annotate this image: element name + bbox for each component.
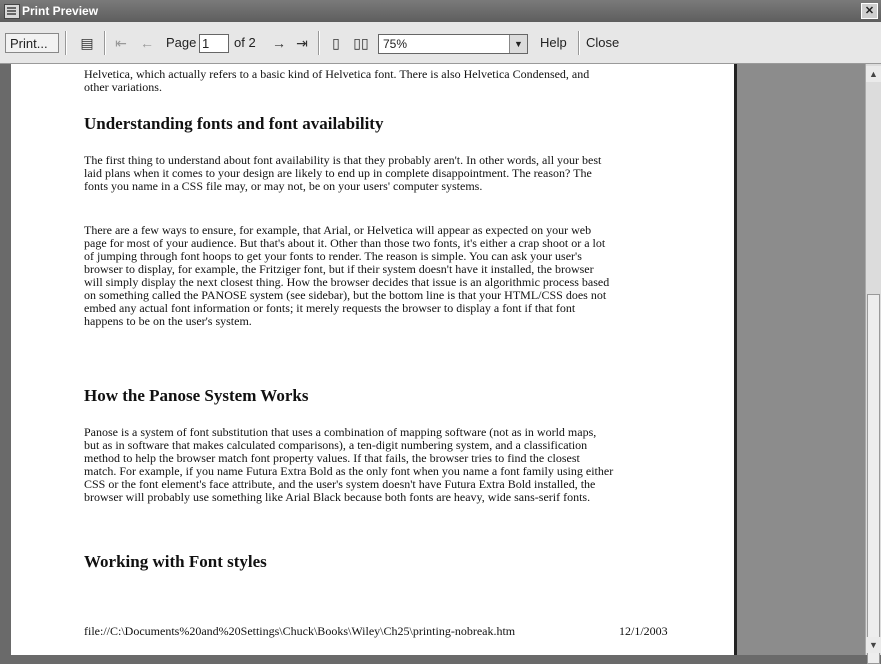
print-preview-icon: [4, 4, 20, 19]
preview-page: Helvetica, which actually refers to a ba…: [11, 64, 737, 655]
toolbar-separator: [318, 31, 320, 55]
vertical-scrollbar[interactable]: ▲ ▼: [865, 64, 881, 664]
paragraph-panose: Panose is a system of font substitution …: [84, 425, 614, 504]
previous-page-icon[interactable]: ←: [138, 34, 156, 52]
page-label: Page: [166, 35, 197, 50]
paragraph-ensure-fonts: There are a few ways to ensure, for exam…: [84, 223, 610, 328]
zoom-select[interactable]: 75% ▼: [378, 34, 528, 54]
next-page-icon[interactable]: →: [270, 34, 288, 52]
footer-file-path: file://C:\Documents%20and%20Settings\Chu…: [84, 624, 516, 638]
zoom-value: 75%: [383, 37, 408, 51]
first-page-icon[interactable]: ⇤: [112, 34, 130, 52]
preview-margin: [0, 64, 11, 655]
heading-panose-system: How the Panose System Works: [84, 386, 309, 405]
scroll-up-icon[interactable]: ▲: [866, 66, 881, 82]
preview-background: [737, 64, 865, 655]
page-number-input[interactable]: 1: [199, 34, 229, 53]
chevron-down-icon[interactable]: ▼: [509, 35, 527, 53]
toolbar: Print... ▤ ⇤ ← Page 1 of 2 → ⇥ ▯ ▯▯ 75% …: [0, 22, 881, 64]
toolbar-separator: [65, 31, 67, 55]
single-page-view-icon[interactable]: ▯: [327, 34, 345, 52]
window-close-button[interactable]: ✕: [861, 3, 878, 19]
title-bar: Print Preview ✕: [0, 0, 881, 22]
toolbar-separator: [578, 31, 580, 55]
intro-paragraph: Helvetica, which actually refers to a ba…: [84, 67, 590, 94]
print-button[interactable]: Print...: [5, 33, 59, 53]
paragraph-font-availability: The first thing to understand about font…: [84, 153, 602, 193]
window-title: Print Preview: [22, 4, 99, 18]
two-page-view-icon[interactable]: ▯▯: [352, 34, 370, 52]
page-setup-icon[interactable]: ▤: [78, 34, 96, 52]
heading-font-availability: Understanding fonts and font availabilit…: [84, 114, 384, 133]
close-button[interactable]: Close: [586, 33, 619, 53]
footer-date: 12/1/2003: [619, 624, 668, 638]
scroll-down-icon[interactable]: ▼: [866, 637, 881, 653]
help-button[interactable]: Help: [540, 33, 567, 53]
scrollbar-thumb[interactable]: [867, 294, 880, 664]
heading-font-styles: Working with Font styles: [84, 552, 267, 571]
page-footer: file://C:\Documents%20and%20Settings\Chu…: [84, 624, 668, 639]
last-page-icon[interactable]: ⇥: [293, 34, 311, 52]
page-total: of 2: [234, 35, 256, 50]
toolbar-separator: [104, 31, 106, 55]
